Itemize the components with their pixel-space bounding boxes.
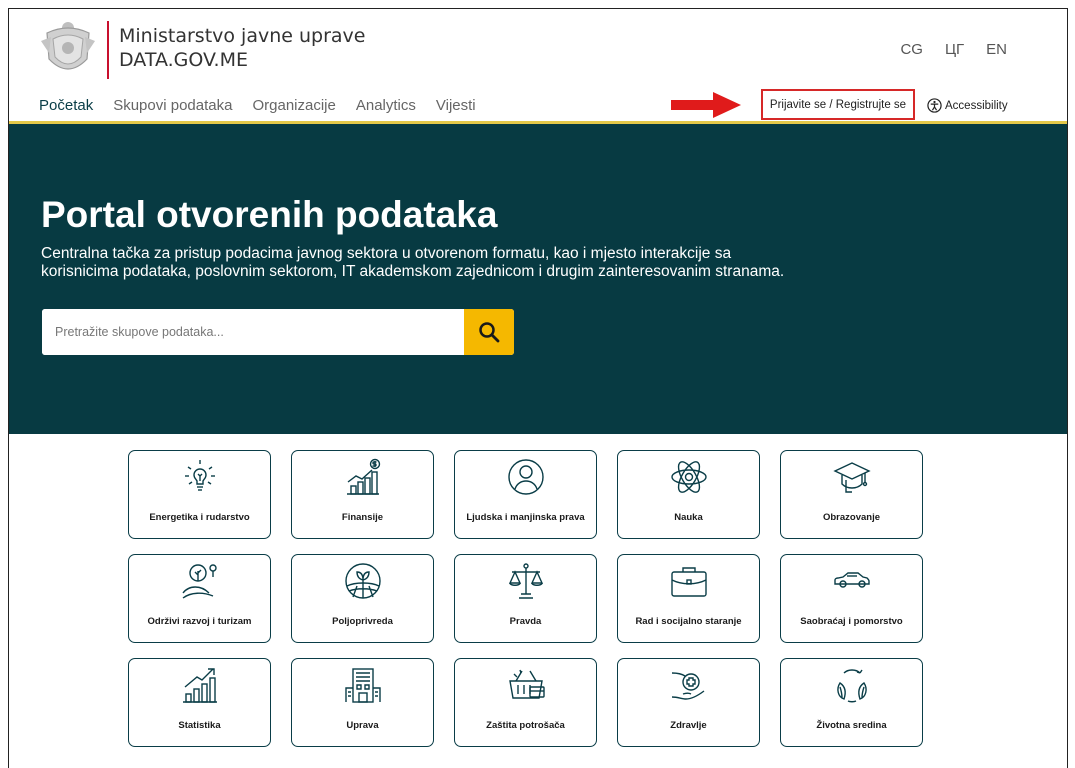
language-switcher: CG ЦГ EN [900, 41, 1007, 58]
growth-chart-icon [182, 668, 217, 703]
category-label: Zaštita potrošača [486, 720, 565, 731]
category-card[interactable]: Energetika i rudarstvo [128, 450, 271, 539]
building-icon [344, 668, 381, 703]
category-label: Rad i socijalno staranje [635, 616, 742, 627]
category-card[interactable]: Obrazovanje [780, 450, 923, 539]
category-card[interactable]: Zdravlje [617, 658, 760, 747]
hero-description: Centralna tačka za pristup podacima javn… [41, 245, 785, 280]
category-label: Životna sredina [816, 720, 887, 731]
search-bar [42, 309, 514, 355]
category-card[interactable]: Statistika [128, 658, 271, 747]
accessibility-icon [927, 98, 942, 113]
lang-cg-latin[interactable]: CG [900, 41, 923, 58]
category-label: Poljoprivreda [332, 616, 393, 627]
search-button[interactable] [464, 309, 514, 355]
health-hand-icon [671, 672, 704, 700]
basket-icon [508, 669, 545, 699]
accessibility-button[interactable]: Accessibility [927, 98, 1008, 113]
category-card[interactable]: Pravda [454, 554, 597, 643]
category-label: Uprava [346, 720, 379, 731]
category-card[interactable]: Ljudska i manjinska prava [454, 450, 597, 539]
category-card[interactable]: Rad i socijalno staranje [617, 554, 760, 643]
sprout-icon [181, 564, 217, 599]
category-label: Finansije [341, 512, 384, 523]
scales-icon [508, 563, 543, 599]
category-card[interactable]: Nauka [617, 450, 760, 539]
category-label: Statistika [178, 720, 221, 731]
leaves-icon [836, 669, 867, 703]
person-icon [507, 459, 544, 495]
site-header: Ministarstvo javne uprave DATA.GOV.ME CG… [9, 9, 1067, 125]
field-icon [344, 563, 381, 599]
atom-icon [670, 461, 707, 493]
lang-en[interactable]: EN [986, 41, 1007, 58]
category-label: Održivi razvoj i turizam [147, 616, 252, 627]
category-label: Obrazovanje [822, 512, 881, 523]
category-grid: Energetika i rudarstvo Finansije Ljudska… [128, 450, 928, 747]
category-label: Energetika i rudarstvo [149, 512, 250, 523]
page-frame: Ministarstvo javne uprave DATA.GOV.ME CG… [8, 8, 1068, 768]
login-register-link[interactable]: Prijavite se / Registrujte se [761, 89, 915, 120]
lang-cg-cyrillic[interactable]: ЦГ [945, 41, 964, 58]
category-card[interactable]: Uprava [291, 658, 434, 747]
accessibility-label: Accessibility [945, 99, 1008, 112]
lightbulb-icon [184, 460, 215, 491]
ministry-name: Ministarstvo javne uprave [119, 25, 366, 47]
coat-of-arms-logo [41, 22, 95, 70]
red-arrow-icon [671, 92, 741, 118]
search-input[interactable] [42, 309, 464, 355]
logo-divider [107, 21, 109, 79]
category-label: Zdravlje [670, 720, 707, 731]
category-label: Saobraćaj i pomorstvo [800, 616, 903, 627]
category-card[interactable]: Finansije [291, 450, 434, 539]
graduation-cap-icon [832, 462, 871, 493]
category-label: Ljudska i manjinska prava [466, 512, 585, 523]
car-icon [833, 572, 870, 588]
category-card[interactable]: Životna sredina [780, 658, 923, 747]
site-name: DATA.GOV.ME [119, 49, 248, 71]
search-icon [479, 322, 500, 343]
category-card[interactable]: Saobraćaj i pomorstvo [780, 554, 923, 643]
category-card[interactable]: Zaštita potrošača [454, 658, 597, 747]
category-card[interactable]: Održivi razvoj i turizam [128, 554, 271, 643]
category-card[interactable]: Poljoprivreda [291, 554, 434, 643]
category-label: Pravda [509, 616, 542, 627]
category-label: Nauka [674, 512, 703, 523]
finance-chart-icon [346, 458, 380, 495]
hero-title: Portal otvorenih podataka [41, 194, 498, 235]
briefcase-icon [670, 567, 707, 597]
hero-banner: Portal otvorenih podataka Centralna tačk… [9, 124, 1067, 434]
